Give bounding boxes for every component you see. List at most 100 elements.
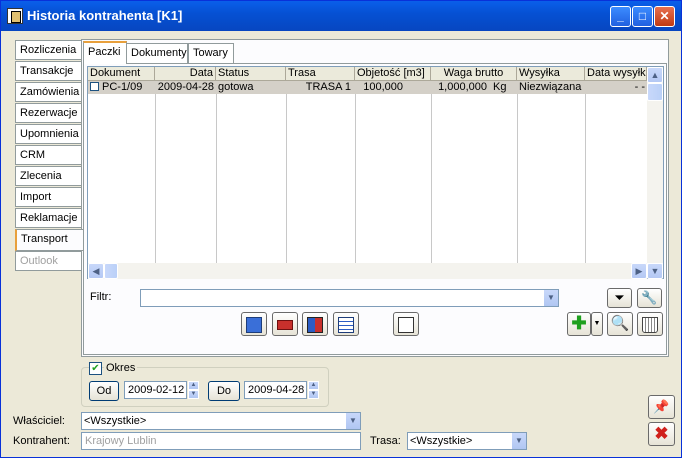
tab-towary[interactable]: Towary	[188, 43, 234, 63]
spin-down-icon[interactable]: ▼	[188, 390, 199, 399]
spin-up-icon[interactable]: ▲	[308, 381, 319, 390]
row-select-checkbox[interactable]	[90, 82, 99, 91]
grid-line	[517, 81, 518, 278]
copy-document-icon	[398, 316, 414, 333]
col-header-data-wysylki[interactable]: Data wysyłki	[585, 67, 647, 81]
tab-import[interactable]: Import	[15, 187, 81, 207]
close-icon: ✕	[659, 9, 670, 23]
scroll-up-button[interactable]: ▲	[647, 67, 663, 83]
table-icon	[338, 316, 354, 333]
tab-reklamacje[interactable]: Reklamacje	[15, 208, 81, 228]
col-header-waga[interactable]: Waga brutto	[431, 67, 517, 81]
scroll-down-button[interactable]: ▼	[647, 263, 663, 279]
tab-rezerwacje[interactable]: Rezerwacje	[15, 103, 81, 123]
minimize-button[interactable]: _	[610, 6, 631, 27]
owner-combo[interactable]: <Wszystkie> ▼	[81, 412, 361, 430]
grid-line	[431, 81, 432, 278]
spin-up-icon[interactable]: ▲	[188, 381, 199, 390]
chevron-down-icon[interactable]: ▼	[543, 290, 558, 306]
trash-icon	[642, 316, 658, 333]
col-header-trasa[interactable]: Trasa	[286, 67, 355, 81]
tab-crm[interactable]: CRM	[15, 145, 81, 165]
window-title: Historia kontrahenta [K1]	[27, 8, 183, 23]
route-combo[interactable]: <Wszystkie> ▼	[407, 432, 527, 450]
tab-upomnienia[interactable]: Upomnienia	[15, 124, 81, 144]
tab-zamowienia[interactable]: Zamówienia	[15, 82, 81, 102]
col-header-data[interactable]: Data	[155, 67, 216, 81]
close-window-button[interactable]: ✕	[654, 6, 675, 27]
grid-line	[355, 81, 356, 278]
to-date-field[interactable]: 2009-04-28	[244, 381, 307, 399]
close-button[interactable]: ✖	[648, 422, 675, 446]
vertical-scrollbar[interactable]: ▲	[647, 67, 663, 263]
to-date-button[interactable]: Do	[208, 381, 240, 401]
to-date-spinner[interactable]: ▲ ▼	[308, 381, 319, 399]
tab-transakcje[interactable]: Transakcje	[15, 61, 81, 81]
document-edit-icon	[246, 316, 262, 333]
horizontal-scroll-thumb[interactable]	[104, 263, 118, 279]
from-date-field[interactable]: 2009-02-12	[124, 381, 187, 399]
route-value: <Wszystkie>	[410, 435, 473, 447]
add-dropdown-button[interactable]: ▼	[591, 312, 603, 336]
chevron-down-icon[interactable]: ▼	[511, 433, 526, 449]
row-dokument-cell[interactable]: PC-1/09	[88, 81, 155, 94]
filter-label: Filtr:	[90, 291, 112, 303]
tab-dokumenty[interactable]: Dokumenty	[126, 43, 188, 63]
truck-button[interactable]	[272, 312, 298, 336]
from-date-button[interactable]: Od	[89, 381, 119, 401]
delete-button[interactable]	[637, 312, 663, 336]
chevron-down-icon[interactable]: ▼	[345, 413, 360, 429]
book-button[interactable]	[302, 312, 328, 336]
grid-line	[585, 81, 586, 278]
spin-down-icon[interactable]: ▼	[308, 390, 319, 399]
row-data-wysylki: - -	[634, 81, 645, 93]
period-checkbox[interactable]: ✔	[89, 362, 102, 375]
owner-value: <Wszystkie>	[84, 415, 147, 427]
search-icon: 🔍	[610, 315, 630, 332]
minimize-icon: _	[617, 9, 624, 23]
contractor-field[interactable]: Krajowy Lublin	[81, 432, 361, 450]
table-button[interactable]	[333, 312, 359, 336]
col-header-dokument[interactable]: Dokument	[88, 67, 155, 81]
add-button[interactable]: ✚	[567, 312, 591, 336]
filter-combo[interactable]: ▼	[140, 289, 559, 307]
from-date-spinner[interactable]: ▲ ▼	[188, 381, 199, 399]
vertical-scroll-thumb[interactable]	[647, 83, 663, 101]
row-objetosc: 100,000	[363, 81, 403, 93]
window: Historia kontrahenta [K1] _ □ ✕ Rozlicze…	[0, 0, 682, 458]
grid-line	[286, 81, 287, 278]
row-dokument: PC-1/09	[102, 81, 143, 93]
title-bar[interactable]: Historia kontrahenta [K1] _ □ ✕	[1, 1, 681, 31]
row-jm: Kg	[493, 81, 507, 93]
horizontal-scrollbar[interactable]: ◀ ▶	[88, 263, 647, 279]
row-status: gotowa	[218, 81, 254, 93]
col-header-wysylka[interactable]: Wysyłka	[517, 67, 585, 81]
filter-button[interactable]: ⏷	[607, 288, 632, 308]
period-label: Okres	[104, 362, 138, 374]
chevron-down-icon: ▼	[650, 266, 660, 276]
col-header-objetosc[interactable]: Objetość [m3]	[355, 67, 431, 81]
row-waga: 1,000,000	[438, 81, 487, 93]
packages-grid[interactable]: Dokument Data Status Trasa Objetość [m3]…	[87, 66, 664, 279]
plus-icon: ✚	[571, 313, 587, 333]
tab-rozliczenia[interactable]: Rozliczenia	[15, 40, 81, 60]
copy-document-button[interactable]	[393, 312, 419, 336]
filter-settings-button[interactable]: 🔧	[637, 288, 662, 308]
grid-line	[216, 81, 217, 278]
edit-document-button[interactable]	[241, 312, 267, 336]
scroll-left-button[interactable]: ◀	[88, 263, 104, 279]
book-icon	[307, 316, 323, 333]
contractor-label: Kontrahent:	[13, 435, 70, 447]
search-button[interactable]: 🔍	[607, 312, 633, 336]
pin-button[interactable]: 📌	[648, 395, 675, 419]
row-wysylka: Niezwiązana	[519, 81, 582, 93]
tab-outlook[interactable]: Outlook	[15, 251, 81, 271]
row-trasa: TRASA 1	[305, 81, 351, 93]
tab-transport[interactable]: Transport	[15, 229, 83, 251]
chevron-right-icon: ▶	[635, 266, 643, 276]
col-header-status[interactable]: Status	[216, 67, 286, 81]
tab-paczki[interactable]: Paczki	[83, 41, 127, 64]
tab-zlecenia[interactable]: Zlecenia	[15, 166, 81, 186]
scroll-right-button[interactable]: ▶	[631, 263, 647, 279]
maximize-button[interactable]: □	[632, 6, 653, 27]
